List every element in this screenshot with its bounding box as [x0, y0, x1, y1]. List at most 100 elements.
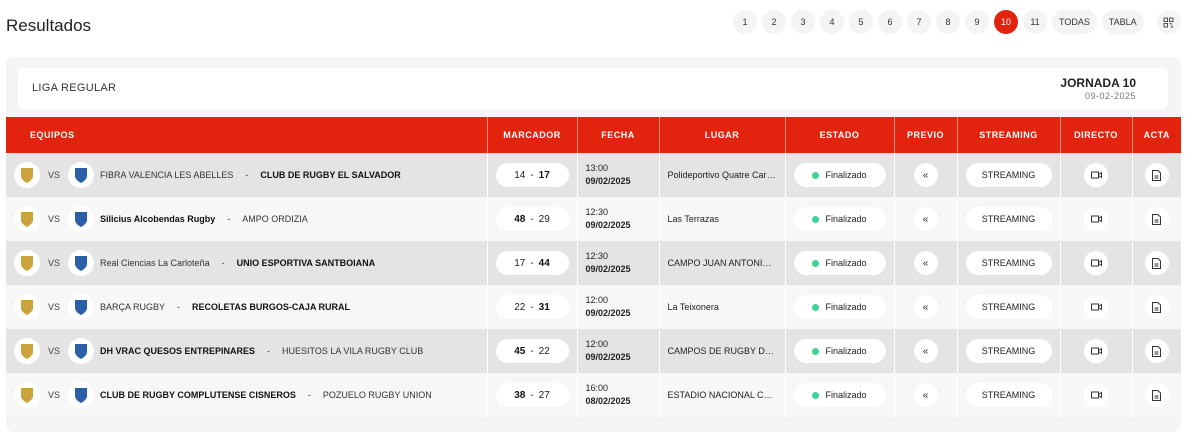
- streaming-button[interactable]: STREAMING: [965, 163, 1052, 187]
- document-icon: [1152, 389, 1162, 401]
- page-button-3[interactable]: 3: [791, 10, 815, 34]
- acta-cell: [1132, 285, 1181, 329]
- venue-cell: CAMPO JUAN ANTONIO SAMARANCH: [659, 241, 786, 285]
- page-button-7[interactable]: 7: [907, 10, 931, 34]
- home-team-name[interactable]: DH VRAC QUESOS ENTREPINARES: [100, 346, 255, 356]
- separator: -: [177, 302, 181, 312]
- streaming-button[interactable]: STREAMING: [965, 383, 1052, 407]
- acta-cell: [1132, 241, 1181, 285]
- home-team-name[interactable]: Real Ciencias La Carloteña: [100, 258, 210, 268]
- score-pill[interactable]: 45- 22: [495, 339, 569, 363]
- teams-cell: VS Silicius Alcobendas Rugby - AMPO ORDI…: [6, 197, 488, 241]
- match-date: 08/02/2025: [585, 396, 631, 406]
- acta-button[interactable]: [1144, 207, 1169, 231]
- preview-button[interactable]: «: [913, 251, 938, 275]
- streaming-button[interactable]: STREAMING: [965, 339, 1052, 363]
- streaming-button[interactable]: STREAMING: [965, 251, 1052, 275]
- video-camera-icon: [1090, 259, 1102, 267]
- home-team-name[interactable]: BARÇA RUGBY: [100, 302, 165, 312]
- document-icon: [1152, 345, 1162, 357]
- streaming-button[interactable]: STREAMING: [965, 295, 1052, 319]
- page-button-4[interactable]: 4: [820, 10, 844, 34]
- preview-cell: «: [894, 329, 958, 373]
- document-icon: [1152, 213, 1162, 225]
- vs-label: VS: [48, 302, 61, 312]
- preview-button[interactable]: «: [913, 163, 938, 187]
- away-team-name[interactable]: CLUB DE RUGBY EL SALVADOR: [260, 170, 400, 180]
- score-pill[interactable]: 48- 29: [495, 207, 569, 231]
- date-cell: 12:30 09/02/2025: [577, 197, 660, 241]
- preview-button[interactable]: «: [913, 383, 938, 407]
- match-row: VS CLUB DE RUGBY COMPLUTENSE CISNEROS - …: [6, 373, 1181, 417]
- away-team-name[interactable]: POZUELO RUGBY UNION: [323, 390, 432, 400]
- streaming-button[interactable]: STREAMING: [965, 207, 1052, 231]
- live-button[interactable]: [1084, 207, 1108, 231]
- away-team-name[interactable]: HUESITOS LA VILA RUGBY CLUB: [282, 346, 423, 356]
- acta-button[interactable]: [1144, 251, 1169, 275]
- acta-button[interactable]: [1144, 383, 1169, 407]
- preview-button[interactable]: «: [913, 339, 938, 363]
- live-button[interactable]: [1084, 251, 1108, 275]
- double-chevron-left-icon: «: [922, 345, 929, 357]
- qr-code-icon[interactable]: [1156, 10, 1181, 34]
- home-team-logo: [14, 294, 40, 320]
- page-button-5[interactable]: 5: [849, 10, 873, 34]
- date-cell: 12:30 09/02/2025: [577, 241, 660, 285]
- status-dot-icon: [812, 259, 820, 267]
- acta-button[interactable]: [1144, 163, 1169, 187]
- col-estado: ESTADO: [785, 117, 895, 153]
- away-team-name[interactable]: RECOLETAS BURGOS-CAJA RURAL: [192, 302, 350, 312]
- page-title: Resultados: [6, 16, 92, 35]
- match-time: 12:00: [585, 339, 609, 349]
- score-cell: 14- 17: [487, 153, 578, 197]
- score-cell: 48- 29: [487, 197, 578, 241]
- acta-button[interactable]: [1144, 339, 1169, 363]
- match-date: 09/02/2025: [585, 308, 631, 318]
- away-team-name[interactable]: UNIO ESPORTIVA SANTBOIANA: [237, 258, 376, 268]
- away-team-name[interactable]: AMPO ORDIZIA: [242, 214, 308, 224]
- away-score: 17: [538, 169, 550, 181]
- away-team-logo: [68, 250, 95, 276]
- score-pill[interactable]: 14- 17: [495, 163, 569, 187]
- match-time: 12:30: [585, 251, 609, 261]
- tabla-button[interactable]: TABLA: [1101, 10, 1144, 34]
- preview-button[interactable]: «: [913, 295, 938, 319]
- score-pill[interactable]: 38- 27: [495, 383, 569, 407]
- home-team-name[interactable]: CLUB DE RUGBY COMPLUTENSE CISNEROS: [100, 390, 296, 400]
- acta-button[interactable]: [1144, 295, 1169, 319]
- score-pill[interactable]: 22- 31: [495, 295, 569, 319]
- page-button-8[interactable]: 8: [936, 10, 960, 34]
- page-button-2[interactable]: 2: [762, 10, 786, 34]
- match-time: 13:00: [585, 163, 609, 173]
- live-button[interactable]: [1084, 339, 1108, 363]
- col-fecha: FECHA: [577, 117, 660, 153]
- video-camera-icon: [1090, 391, 1102, 399]
- page-button-6[interactable]: 6: [878, 10, 902, 34]
- live-cell: [1060, 329, 1133, 373]
- status-cell: Finalizado: [785, 285, 895, 329]
- page-button-9[interactable]: 9: [965, 10, 989, 34]
- document-icon: [1152, 257, 1162, 269]
- col-previo: PREVIO: [894, 117, 958, 153]
- page-button-10[interactable]: 10: [994, 10, 1018, 34]
- video-camera-icon: [1090, 215, 1102, 223]
- streaming-cell: STREAMING: [957, 373, 1061, 417]
- preview-button[interactable]: «: [913, 207, 938, 231]
- status-dot-icon: [812, 215, 820, 223]
- home-team-name[interactable]: FIBRA VALENCIA LES ABELLES: [100, 170, 233, 180]
- live-button[interactable]: [1084, 295, 1108, 319]
- live-button[interactable]: [1084, 163, 1108, 187]
- video-camera-icon: [1090, 303, 1102, 311]
- home-team-name[interactable]: Silicius Alcobendas Rugby: [100, 214, 215, 224]
- page-button-11[interactable]: 11: [1023, 10, 1047, 34]
- live-button[interactable]: [1084, 383, 1108, 407]
- score-cell: 22- 31: [487, 285, 578, 329]
- teams-cell: VS DH VRAC QUESOS ENTREPINARES - HUESITO…: [6, 329, 488, 373]
- home-team-logo: [14, 206, 40, 232]
- todas-button[interactable]: TODAS: [1052, 10, 1097, 34]
- page-button-1[interactable]: 1: [733, 10, 757, 34]
- venue: CAMPO JUAN ANTONIO SAMARANCH: [667, 258, 778, 268]
- status-cell: Finalizado: [785, 329, 895, 373]
- score-pill[interactable]: 17- 44: [495, 251, 569, 275]
- match-time: 16:00: [585, 383, 609, 393]
